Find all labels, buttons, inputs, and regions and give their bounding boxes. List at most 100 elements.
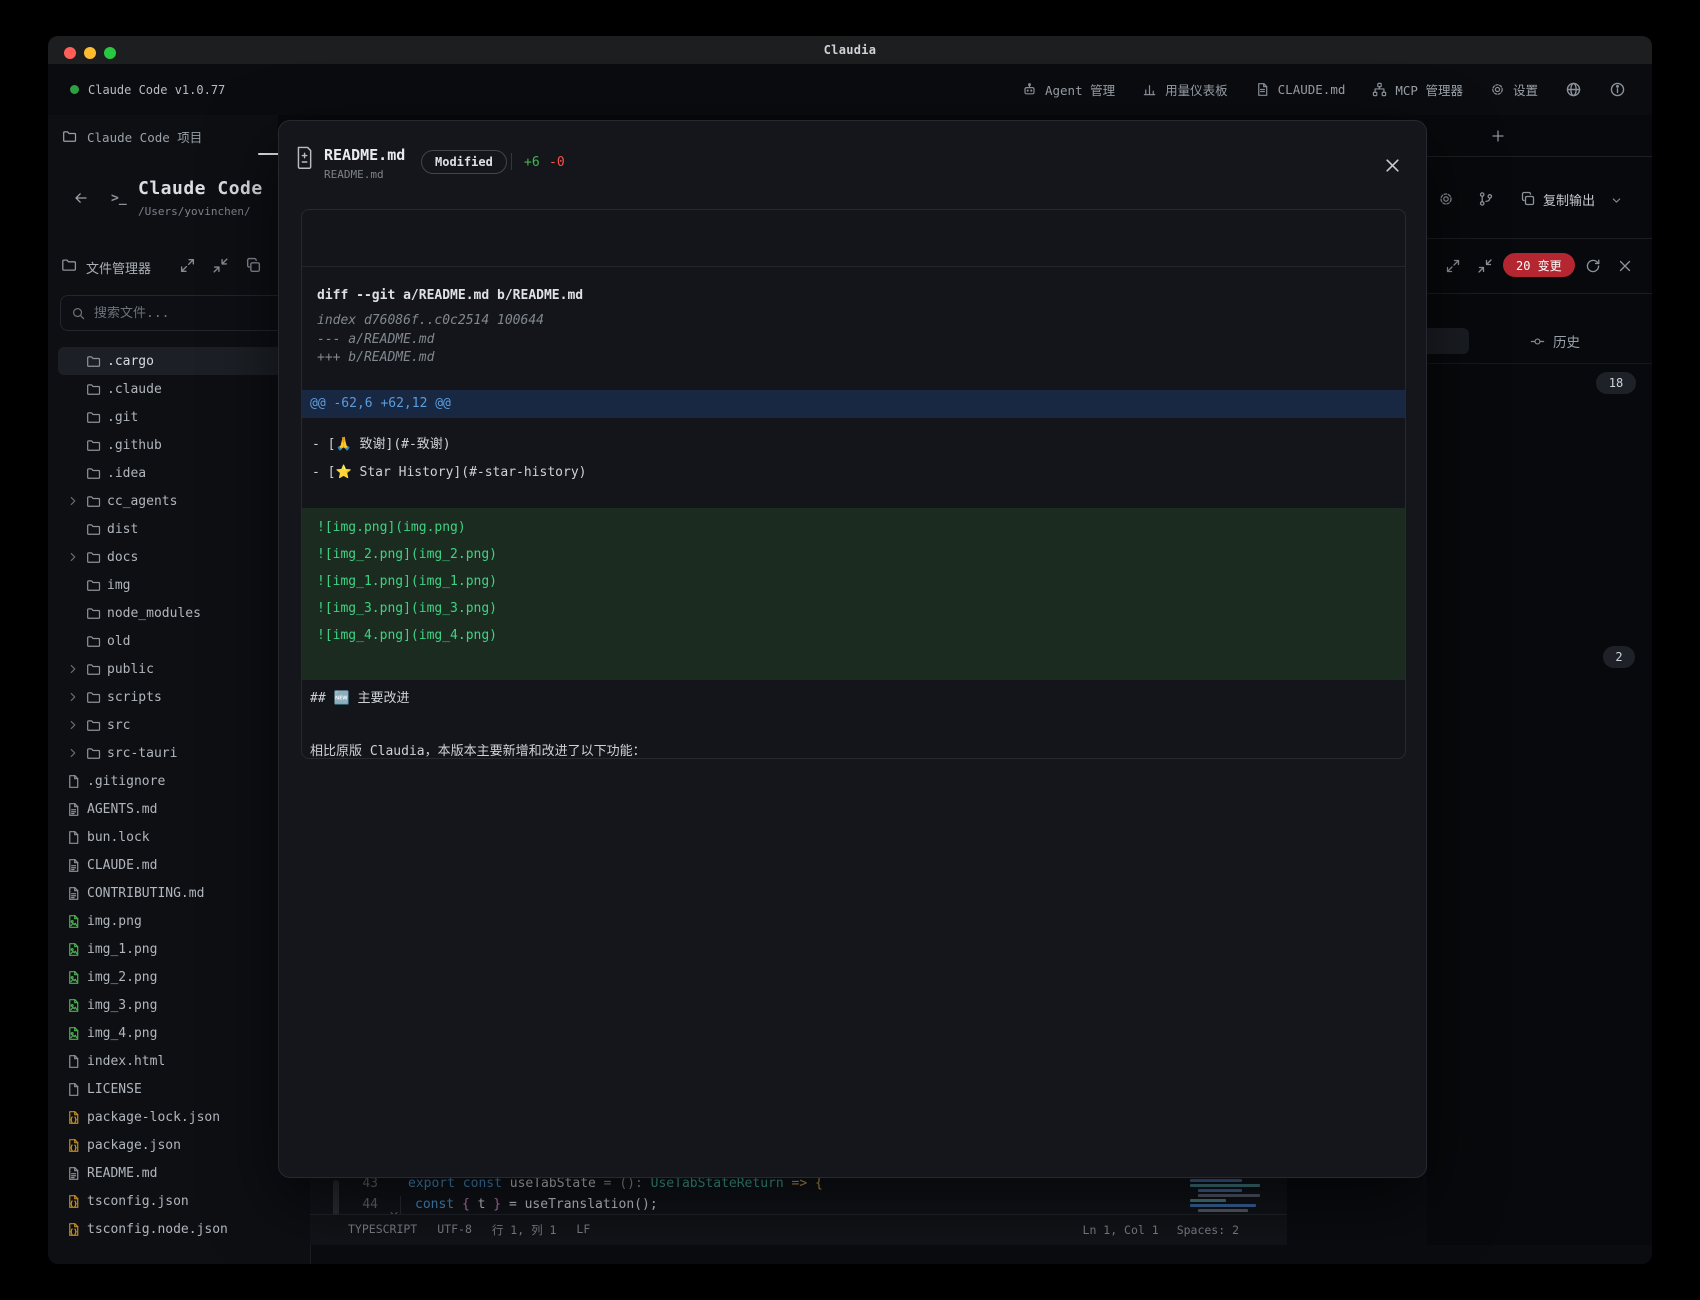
nav-mcp-manager[interactable]: MCP 管理器	[1372, 80, 1463, 99]
status-item[interactable]: LF	[576, 1222, 590, 1238]
diff-command-line: diff --git a/README.md b/README.md	[302, 288, 1405, 303]
copy-output-icon[interactable]	[1520, 191, 1536, 207]
collapse-button[interactable]	[1477, 258, 1493, 274]
tree-item[interactable]: scripts	[58, 683, 300, 711]
folder-icon	[86, 746, 101, 761]
tab-claude-code-project[interactable]: Claude Code 项目	[48, 115, 278, 157]
tree-item[interactable]: img_3.png	[58, 991, 300, 1019]
tree-item[interactable]: index.html	[58, 1047, 300, 1075]
tree-item[interactable]: docs	[58, 543, 300, 571]
tree-item[interactable]: bun.lock	[58, 823, 300, 851]
tree-item[interactable]: tsconfig.node.json	[58, 1215, 300, 1243]
tree-item[interactable]: img_1.png	[58, 935, 300, 963]
chevron-right-icon	[66, 690, 80, 704]
traffic-minimize-button[interactable]	[84, 47, 96, 59]
nav-agent-manager[interactable]: Agent 管理	[1022, 80, 1115, 99]
search-input[interactable]	[94, 306, 289, 321]
image-file-icon	[66, 998, 81, 1013]
modal-close-button[interactable]	[1384, 157, 1401, 174]
tree-item-label: old	[107, 634, 130, 649]
network-icon	[1372, 82, 1387, 97]
close-panel-button[interactable]	[1617, 258, 1633, 274]
tree-item[interactable]: cc_agents	[58, 487, 300, 515]
tree-item-label: dist	[107, 522, 138, 537]
status-item[interactable]: 行 1, 列 1	[492, 1222, 557, 1238]
tree-item[interactable]: img_4.png	[58, 1019, 300, 1047]
tree-item[interactable]: dist	[58, 515, 300, 543]
nav-settings[interactable]: 设置	[1490, 80, 1538, 99]
deletions-count: -0	[549, 155, 565, 170]
language-globe-button[interactable]	[1565, 81, 1582, 98]
tree-item[interactable]: CONTRIBUTING.md	[58, 879, 300, 907]
status-item[interactable]: UTF-8	[437, 1222, 472, 1238]
history-tab[interactable]: 历史	[1530, 331, 1580, 351]
tree-item[interactable]: img_2.png	[58, 963, 300, 991]
changes-count-badge[interactable]: 20 变更	[1503, 253, 1575, 277]
tree-item[interactable]: CLAUDE.md	[58, 851, 300, 879]
tree-item[interactable]: img.png	[58, 907, 300, 935]
status-item[interactable]: Spaces: 2	[1177, 1223, 1239, 1237]
arrow-left-icon	[73, 190, 89, 206]
count-badge: 18	[1596, 372, 1636, 394]
tree-item-label: docs	[107, 550, 138, 565]
folder-icon	[86, 522, 101, 537]
tree-item-label: img_2.png	[87, 970, 157, 985]
copy-output-button[interactable]: 复制输出	[1543, 190, 1595, 209]
expand-button[interactable]	[179, 257, 196, 274]
status-item[interactable]: TYPESCRIPT	[348, 1222, 417, 1238]
traffic-maximize-button[interactable]	[104, 47, 116, 59]
json-file-icon	[66, 1222, 81, 1237]
plus-icon	[1490, 128, 1506, 144]
refresh-button[interactable]	[1585, 258, 1601, 274]
diff-added-line: ![img_2.png](img_2.png)	[302, 541, 1405, 568]
git-branch-button[interactable]	[1478, 191, 1494, 207]
info-button[interactable]	[1609, 81, 1626, 98]
tree-item-label: src-tauri	[107, 746, 177, 761]
divider	[511, 153, 512, 170]
tree-item-label: package-lock.json	[87, 1110, 220, 1125]
right-panel: 复制输出 20 变更 历史 18 2	[1427, 157, 1652, 1245]
tree-item[interactable]: src-tauri	[58, 739, 300, 767]
tree-item[interactable]: LICENSE	[58, 1075, 300, 1103]
tree-item[interactable]: AGENTS.md	[58, 795, 300, 823]
chevron-right-icon	[66, 746, 80, 760]
diff-modal: README.md README.md Modified +6 -0 diff …	[278, 120, 1427, 1178]
tree-item[interactable]: tsconfig.json	[58, 1187, 300, 1215]
tree-item-label: scripts	[107, 690, 162, 705]
tree-item[interactable]: .claude	[58, 375, 300, 403]
new-tab-button[interactable]	[1490, 128, 1506, 144]
tree-item[interactable]: src	[58, 711, 300, 739]
fold-chevron-icon[interactable]	[388, 1178, 400, 1190]
chevron-right-icon	[66, 550, 80, 564]
tree-item-label: img_4.png	[87, 1026, 157, 1041]
nav-usage-dashboard[interactable]: 用量仪表板	[1142, 80, 1228, 99]
diff-card-header	[302, 210, 1405, 267]
tree-item[interactable]: package.json	[58, 1131, 300, 1159]
expand-button[interactable]	[1445, 258, 1461, 274]
tree-item[interactable]: node_modules	[58, 599, 300, 627]
minimap[interactable]	[1188, 1178, 1272, 1214]
status-item[interactable]: Ln 1, Col 1	[1083, 1223, 1159, 1237]
status-bar: TYPESCRIPT UTF-8 行 1, 列 1 LF Ln 1, Col 1 Spa…	[310, 1214, 1287, 1245]
tree-item[interactable]: package-lock.json	[58, 1103, 300, 1131]
settings-button[interactable]	[1438, 191, 1454, 207]
partial-tab-button[interactable]	[1421, 328, 1469, 354]
tree-item[interactable]: img	[58, 571, 300, 599]
diff-added-line: ![img_3.png](img_3.png)	[302, 595, 1405, 622]
image-file-icon	[66, 970, 81, 985]
back-button[interactable]	[73, 190, 89, 206]
tree-item[interactable]: .idea	[58, 459, 300, 487]
traffic-close-button[interactable]	[64, 47, 76, 59]
tree-item-label: .claude	[107, 382, 162, 397]
tree-item[interactable]: public	[58, 655, 300, 683]
collapse-button[interactable]	[212, 257, 229, 274]
tree-item[interactable]: .cargo	[58, 347, 300, 375]
chevron-down-icon[interactable]	[1610, 194, 1623, 207]
tree-item[interactable]: .gitignore	[58, 767, 300, 795]
tree-item[interactable]: README.md	[58, 1159, 300, 1187]
tree-item[interactable]: .git	[58, 403, 300, 431]
nav-claude-md[interactable]: CLAUDE.md	[1255, 82, 1346, 97]
copy-button[interactable]	[245, 257, 262, 274]
tree-item[interactable]: .github	[58, 431, 300, 459]
tree-item[interactable]: old	[58, 627, 300, 655]
